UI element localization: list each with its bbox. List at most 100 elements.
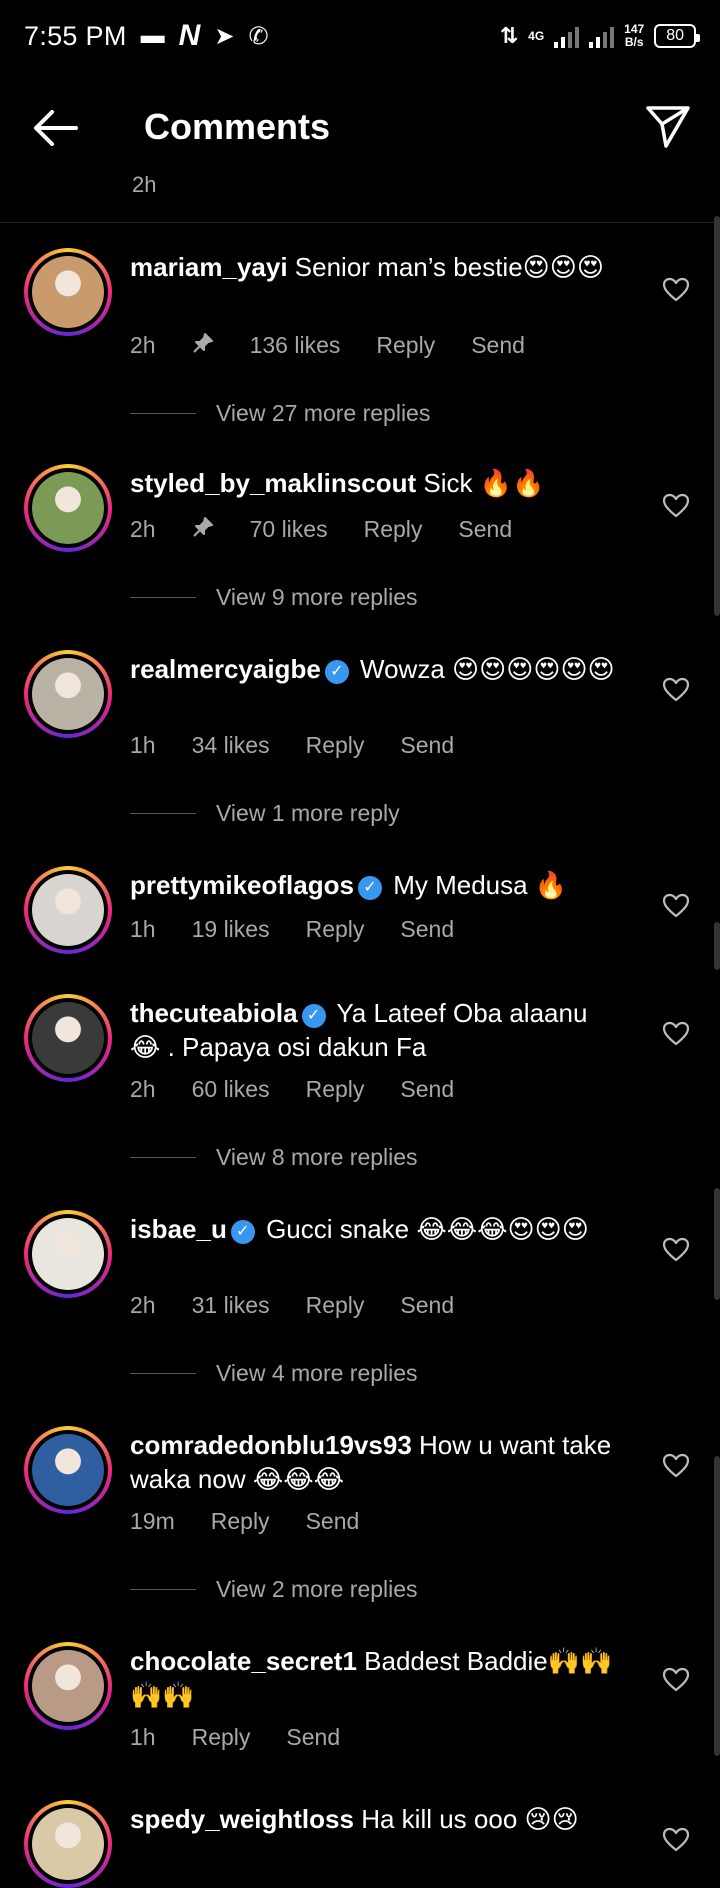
like-heart-icon[interactable] (662, 1020, 690, 1048)
news-app-icon: N (178, 19, 201, 52)
avatar[interactable] (24, 1426, 112, 1514)
like-heart-icon[interactable] (662, 1826, 690, 1854)
verified-badge-icon: ✓ (357, 876, 382, 900)
reply-button[interactable]: Reply (376, 332, 435, 360)
reply-line (130, 1157, 196, 1158)
comment-username[interactable]: chocolate_secret1 (130, 1646, 357, 1676)
reply-button[interactable]: Reply (306, 916, 365, 943)
send-button[interactable]: Send (286, 1724, 340, 1751)
view-more-label[interactable]: View 1 more reply (216, 800, 400, 827)
reply-line (130, 597, 196, 598)
comment-username[interactable]: thecuteabiola (130, 998, 298, 1028)
status-right: ⇅ 4G 147 B/s 80 (500, 23, 700, 49)
direct-send-icon[interactable] (644, 102, 692, 150)
like-heart-icon[interactable] (662, 892, 690, 920)
header-divider (0, 222, 720, 223)
view-more-replies[interactable]: View 1 more reply (130, 800, 400, 827)
status-left: 7:55 PM ▬ N ➤ ✆ (24, 19, 269, 53)
comment-body: Gucci snake 😂😂😂😍😍😍 (266, 1214, 589, 1244)
likes-count[interactable]: 31 likes (192, 1292, 270, 1319)
avatar[interactable] (24, 650, 112, 738)
view-more-label[interactable]: View 4 more replies (216, 1360, 418, 1387)
comment-body: Senior man’s bestie😍😍😍 (294, 252, 604, 282)
comment-username[interactable]: styled_by_maklinscout (130, 468, 416, 498)
comment-username[interactable]: spedy_weightloss (130, 1804, 354, 1834)
send-button[interactable]: Send (400, 732, 454, 759)
send-button[interactable]: Send (400, 916, 454, 943)
view-more-replies[interactable]: View 2 more replies (130, 1576, 418, 1603)
view-more-label[interactable]: View 2 more replies (216, 1576, 418, 1603)
scrollbar[interactable] (714, 216, 720, 1840)
send-button[interactable]: Send (400, 1076, 454, 1103)
avatar[interactable] (24, 994, 112, 1082)
comment-meta: 1h Reply Send (130, 1724, 340, 1751)
send-button[interactable]: Send (400, 1292, 454, 1319)
whatsapp-icon: ✆ (248, 22, 269, 50)
likes-count[interactable]: 34 likes (192, 732, 270, 759)
comment-meta: 1h 19 likes Reply Send (130, 916, 454, 943)
comment-username[interactable]: prettymikeoflagos (130, 870, 354, 900)
like-heart-icon[interactable] (662, 1452, 690, 1480)
comment-body: Wowza 😍😍😍😍😍😍 (360, 654, 615, 684)
comment-body: Sick 🔥🔥 (423, 468, 545, 498)
avatar[interactable] (24, 464, 112, 552)
pin-icon (192, 516, 214, 544)
likes-count[interactable]: 19 likes (192, 916, 270, 943)
view-more-replies[interactable]: View 4 more replies (130, 1360, 418, 1387)
view-more-label[interactable]: View 27 more replies (216, 400, 430, 427)
scroll-segment (714, 216, 720, 616)
back-arrow-icon[interactable] (30, 106, 80, 150)
comment-text: isbae_u ✓ Gucci snake 😂😂😂😍😍😍 (130, 1212, 620, 1246)
like-heart-icon[interactable] (662, 492, 690, 520)
reply-button[interactable]: Reply (211, 1508, 270, 1535)
comment-username[interactable]: mariam_yayi (130, 252, 288, 282)
avatar[interactable] (24, 1642, 112, 1730)
reply-button[interactable]: Reply (306, 1292, 365, 1319)
comment-text: spedy_weightloss Ha kill us ooo 😢😢 (130, 1802, 620, 1836)
comment-body: My Medusa 🔥 (393, 870, 568, 900)
reply-button[interactable]: Reply (306, 1076, 365, 1103)
comment-username[interactable]: isbae_u (130, 1214, 227, 1244)
send-button[interactable]: Send (458, 516, 512, 544)
send-button[interactable]: Send (306, 1508, 360, 1535)
network-type-label: 4G (528, 29, 545, 43)
net-speed: 147 B/s (624, 23, 644, 49)
like-heart-icon[interactable] (662, 1236, 690, 1264)
battery-level: 80 (666, 27, 684, 44)
comment-text: prettymikeoflagos ✓ My Medusa 🔥 (130, 868, 620, 902)
signal-icon-2 (589, 24, 615, 48)
reply-button[interactable]: Reply (364, 516, 423, 544)
avatar[interactable] (24, 1210, 112, 1298)
view-more-label[interactable]: View 9 more replies (216, 584, 418, 611)
comment-username[interactable]: comradedonblu19vs93 (130, 1430, 412, 1460)
status-time: 7:55 PM (24, 20, 127, 51)
avatar[interactable] (24, 248, 112, 336)
comment-meta: 2h 60 likes Reply Send (130, 1076, 454, 1103)
send-button[interactable]: Send (471, 332, 525, 360)
comment-text: chocolate_secret1 Baddest Baddie🙌🙌🙌🙌 (130, 1644, 620, 1712)
reply-button[interactable]: Reply (192, 1724, 251, 1751)
avatar[interactable] (24, 866, 112, 954)
scroll-segment (714, 1188, 720, 1300)
like-heart-icon[interactable] (662, 276, 690, 304)
comment-meta: 2h 136 likes Reply Send (130, 332, 525, 360)
reply-button[interactable]: Reply (306, 732, 365, 759)
scroll-segment (714, 1456, 720, 1756)
likes-count[interactable]: 60 likes (192, 1076, 270, 1103)
network-type: 4G (528, 30, 544, 42)
avatar[interactable] (24, 1800, 112, 1888)
comment-body: Ha kill us ooo 😢😢 (361, 1804, 579, 1834)
comment-username[interactable]: realmercyaigbe (130, 654, 321, 684)
likes-count[interactable]: 136 likes (250, 332, 341, 360)
comments-header: Comments (0, 88, 720, 168)
likes-count[interactable]: 70 likes (250, 516, 328, 544)
view-more-replies[interactable]: View 9 more replies (130, 584, 418, 611)
view-more-replies[interactable]: View 8 more replies (130, 1144, 418, 1171)
like-heart-icon[interactable] (662, 1666, 690, 1694)
comment-time: 2h (130, 1292, 156, 1318)
like-heart-icon[interactable] (662, 676, 690, 704)
message-notification-icon: ▬ (140, 22, 165, 49)
view-more-replies[interactable]: View 27 more replies (130, 400, 430, 427)
view-more-label[interactable]: View 8 more replies (216, 1144, 418, 1171)
page-title: Comments (144, 106, 331, 147)
